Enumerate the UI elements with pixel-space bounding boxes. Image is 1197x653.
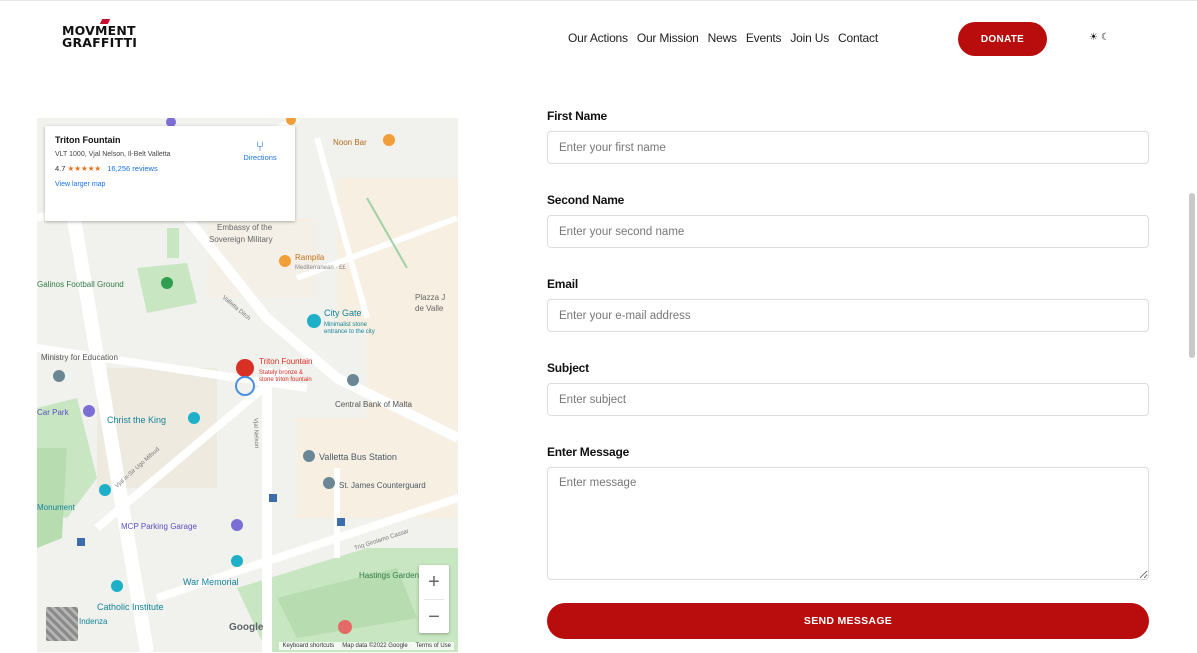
subject-group: Subject [547,361,1149,445]
second-name-label: Second Name [547,193,625,207]
war-memorial-pin-icon [231,555,243,567]
svg-text:stone triton fountain: stone triton fountain [259,377,312,383]
star-rating-icon: ★★★★★ [67,164,102,173]
logo[interactable]: MOVMENT GRAFFITTI [62,19,162,50]
svg-text:Noon Bar: Noon Bar [333,138,367,147]
second-name-group: Second Name [547,193,1149,277]
triton-pin-icon [236,359,254,377]
second-name-input[interactable] [547,215,1149,248]
svg-text:Central Bank of Malta: Central Bank of Malta [335,400,412,409]
svg-text:Minimalist stone: Minimalist stone [324,322,368,328]
zoom-out-button[interactable]: − [419,600,449,634]
email-label: Email [547,277,579,291]
svg-text:Embassy of the: Embassy of the [217,223,273,232]
view-larger-map-link[interactable]: View larger map [55,181,285,188]
svg-text:Sovereign Military: Sovereign Military [209,235,273,244]
bus-station-pin-icon [303,450,315,462]
nav-contact[interactable]: Contact [838,31,878,45]
nav-join-us[interactable]: Join Us [790,31,829,45]
svg-text:Monument: Monument [37,503,76,512]
google-map[interactable]: Noon Bar Embassy of the Sovereign Milita… [37,118,458,652]
svg-text:War Memorial: War Memorial [183,577,239,587]
hospital-pin-icon [338,620,352,634]
google-logo: Google [229,622,264,633]
svg-text:Rampila: Rampila [295,253,325,262]
svg-text:MCP Parking Garage: MCP Parking Garage [121,522,197,531]
monument-pin-icon [99,484,111,496]
svg-text:de Valle: de Valle [415,304,444,313]
svg-text:Hastings Garden: Hastings Garden [359,571,419,580]
svg-text:St. James Counterguard: St. James Counterguard [339,481,426,490]
noon-bar-pin-icon [383,134,395,146]
place-address: VLT 1000, Vjal Nelson, Il-Belt Valletta [55,151,171,158]
nav-events[interactable]: Events [746,31,782,45]
message-textarea[interactable] [547,467,1149,580]
nav-our-mission[interactable]: Our Mission [637,31,699,45]
svg-text:Plazza J: Plazza J [415,293,445,302]
page: MOVMENT GRAFFITTI Our Actions Our Missio… [0,0,1197,653]
svg-text:Car Park: Car Park [37,408,70,417]
svg-text:entrance to the city: entrance to the city [324,329,375,335]
terms-link[interactable]: Terms of Use [416,643,451,649]
svg-text:Stately bronze &: Stately bronze & [259,370,303,376]
svg-text:Mediterranean · ££: Mediterranean · ££ [295,265,346,271]
ministry-pin-icon [53,370,65,382]
st-james-pin-icon [323,477,335,489]
catholic-pin-icon [111,580,123,592]
rampila-pin-icon [279,255,291,267]
place-info-card: Triton Fountain VLT 1000, Vjal Nelson, I… [45,126,295,221]
svg-text:Indenza: Indenza [79,617,108,626]
donate-button[interactable]: DONATE [958,22,1047,56]
svg-text:Christ the King: Christ the King [107,415,166,425]
directions-icon: ⑂ [255,138,265,154]
first-name-input[interactable] [547,131,1149,164]
svg-text:Valletta Bus Station: Valletta Bus Station [319,452,397,462]
car-park-pin-icon [83,405,95,417]
message-group: Enter Message [547,445,1149,585]
mcp-parking-pin-icon [231,519,243,531]
christ-king-pin-icon [188,412,200,424]
nav-our-actions[interactable]: Our Actions [568,31,628,45]
svg-text:Galinos Football Ground: Galinos Football Ground [37,280,124,289]
street-view-thumbnail[interactable] [46,607,78,641]
keyboard-shortcuts-link[interactable]: Keyboard shortcuts [282,643,334,649]
first-name-label: First Name [547,109,608,123]
page-scrollbar[interactable] [1189,193,1195,358]
bank-pin-icon [347,374,359,386]
rating-value: 4.7 [55,164,66,173]
svg-text:Catholic Institute: Catholic Institute [97,602,164,612]
first-name-group: First Name [547,109,1149,193]
reviews-link[interactable]: 16,256 reviews [107,164,157,173]
message-label: Enter Message [547,445,630,459]
directions-button[interactable]: ⑂ Directions [235,139,285,162]
contact-form: First Name Second Name Email Subject Ent… [547,109,1149,585]
theme-toggle[interactable]: ☀ ☾ [1089,32,1110,43]
svg-text:Vjal Nelson: Vjal Nelson [252,418,259,449]
email-group: Email [547,277,1149,361]
zoom-in-button[interactable]: + [419,565,449,599]
svg-text:Ministry for Education: Ministry for Education [41,353,118,362]
nav-news[interactable]: News [708,31,737,45]
place-rating: 4.7 ★★★★★ 16,256 reviews [55,164,285,173]
subject-input[interactable] [547,383,1149,416]
directions-label: Directions [243,153,277,162]
zoom-controls: + − [419,565,449,633]
map-attribution: Keyboard shortcuts Map data ©2022 Google… [279,642,454,650]
city-gate-pin-icon [307,314,321,328]
main-nav: Our Actions Our Mission News Events Join… [568,31,887,45]
moon-icon[interactable]: ☾ [1101,32,1110,43]
logo-line-2: GRAFFITTI [62,35,138,50]
send-message-button[interactable]: SEND MESSAGE [547,603,1149,639]
subject-label: Subject [547,361,589,375]
email-input[interactable] [547,299,1149,332]
football-pin-icon [161,277,173,289]
map-data-text: Map data ©2022 Google [342,643,408,649]
svg-text:City Gate: City Gate [324,308,362,318]
svg-text:Triton Fountain: Triton Fountain [259,357,313,366]
sun-icon[interactable]: ☀ [1089,32,1098,43]
